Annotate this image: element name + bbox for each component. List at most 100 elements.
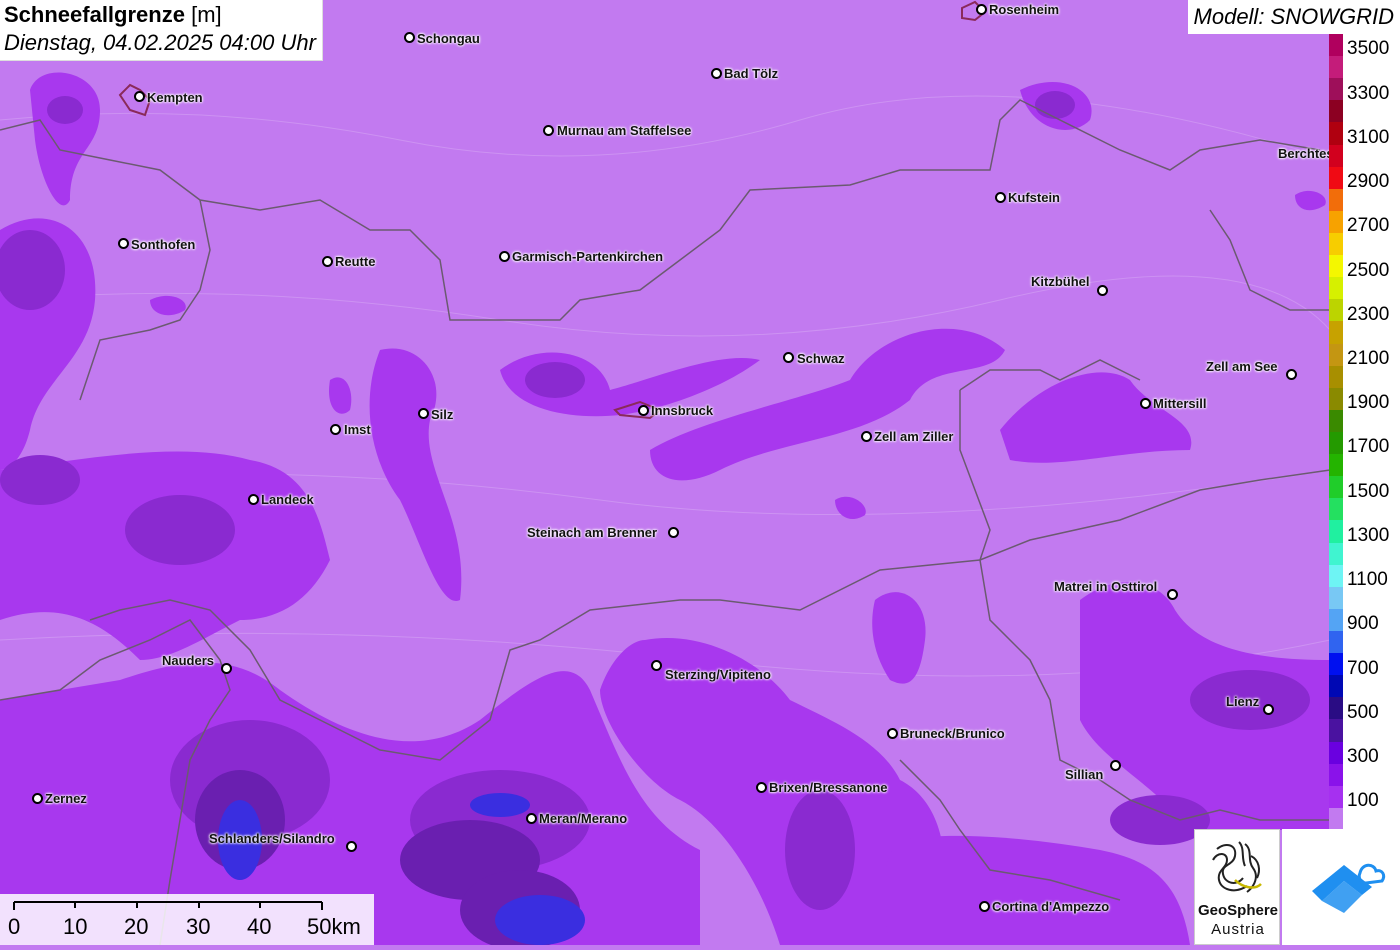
- legend-swatch: [1329, 365, 1343, 389]
- legend-swatch: [1329, 299, 1343, 322]
- legend-swatch: [1329, 785, 1343, 809]
- city-dot-meran[interactable]: [526, 813, 537, 824]
- legend-label: 500: [1347, 701, 1379, 723]
- city-dot-brixen[interactable]: [756, 782, 767, 793]
- scale-label-50km: 50km: [307, 914, 361, 939]
- legend-label: 2900: [1347, 171, 1390, 193]
- city-label-silz: Silz: [431, 407, 454, 422]
- city-label-zell-am-ziller: Zell am Ziller: [874, 429, 954, 444]
- scale-label-30: 30: [186, 914, 211, 939]
- city-label-mittersill: Mittersill: [1153, 396, 1207, 411]
- legend-label: 1500: [1347, 480, 1390, 502]
- legend-label: 1100: [1347, 569, 1388, 591]
- legend-swatch: [1329, 34, 1343, 57]
- city-label-imst: Imst: [344, 422, 371, 437]
- legend-label: 2500: [1347, 259, 1390, 281]
- city-label-schongau: Schongau: [417, 31, 480, 46]
- legend-label: 2700: [1347, 215, 1390, 237]
- legend-swatch: [1329, 476, 1343, 499]
- city-label-sillian: Sillian: [1065, 767, 1104, 782]
- city-dot-bad-toelz[interactable]: [711, 68, 722, 79]
- city-label-zernez: Zernez: [45, 791, 87, 806]
- city-label-cortina: Cortina d'Ampezzo: [992, 899, 1110, 914]
- legend-swatch: [1329, 763, 1343, 787]
- city-dot-schlanders[interactable]: [346, 841, 357, 852]
- city-label-kufstein: Kufstein: [1008, 190, 1060, 205]
- city-dot-kufstein[interactable]: [995, 192, 1006, 203]
- legend-label: 2300: [1347, 303, 1390, 325]
- city-dot-schwaz[interactable]: [783, 352, 794, 363]
- city-dot-matrei[interactable]: [1167, 589, 1178, 600]
- legend-label: 700: [1347, 657, 1379, 679]
- legend-color-bar: [1329, 34, 1343, 831]
- legend-label: 900: [1347, 613, 1379, 635]
- city-dot-sillian[interactable]: [1110, 760, 1121, 771]
- city-dot-schongau[interactable]: [404, 32, 415, 43]
- geosphere-mark-icon: [1212, 841, 1262, 893]
- legend-swatch: [1329, 697, 1343, 720]
- snowgrid-logo[interactable]: [1282, 829, 1400, 945]
- legend-label: 300: [1347, 746, 1379, 768]
- city-dot-kempten[interactable]: [134, 91, 145, 102]
- city-label-murnau: Murnau am Staffelsee: [557, 123, 692, 138]
- legend-swatch: [1329, 144, 1343, 168]
- city-dot-sterzing[interactable]: [651, 660, 662, 671]
- legend-swatch: [1329, 255, 1343, 278]
- legend-label: 1300: [1347, 524, 1390, 546]
- legend-label: 1900: [1347, 392, 1390, 414]
- legend-label: 2100: [1347, 348, 1390, 370]
- city-label-meran: Meran/Merano: [539, 811, 628, 826]
- city-dot-zell-am-ziller[interactable]: [861, 431, 872, 442]
- geosphere-sub: Austria: [1211, 921, 1265, 938]
- city-label-sonthofen: Sonthofen: [131, 237, 196, 252]
- snowgrid-mark-icon: [1312, 863, 1386, 913]
- city-dot-nauders[interactable]: [221, 663, 232, 674]
- city-dot-mittersill[interactable]: [1140, 398, 1151, 409]
- map-title-box: Schneefallgrenze [m] Dienstag, 04.02.202…: [0, 0, 323, 61]
- legend-swatch: [1329, 210, 1343, 234]
- city-dot-silz[interactable]: [418, 408, 429, 419]
- city-label-schwaz: Schwaz: [797, 351, 845, 366]
- city-dot-garmisch[interactable]: [499, 251, 510, 262]
- city-dot-rosenheim[interactable]: [976, 4, 987, 15]
- city-dot-reutte[interactable]: [322, 256, 333, 267]
- legend-swatch: [1329, 542, 1343, 566]
- legend-swatch: [1329, 498, 1343, 521]
- city-dot-sonthofen[interactable]: [118, 238, 129, 249]
- scale-label-0: 0: [8, 914, 21, 939]
- city-dot-zell-am-see[interactable]: [1286, 369, 1297, 380]
- city-label-kitzbuehel: Kitzbühel: [1031, 274, 1090, 289]
- legend-swatch: [1329, 719, 1343, 743]
- city-dot-steinach[interactable]: [668, 527, 679, 538]
- legend-label: 3300: [1347, 82, 1390, 104]
- legend-swatch: [1329, 675, 1343, 698]
- legend-swatch: [1329, 631, 1343, 654]
- city-dot-kitzbuehel[interactable]: [1097, 285, 1108, 296]
- city-label-zell-am-see: Zell am See: [1206, 359, 1278, 374]
- legend-swatch: [1329, 409, 1343, 433]
- legend-swatch: [1329, 564, 1343, 588]
- map-timestamp: Dienstag, 04.02.2025 04:00 Uhr: [4, 30, 316, 55]
- legend-swatch: [1329, 56, 1343, 79]
- city-dot-lienz[interactable]: [1263, 704, 1274, 715]
- snowfall-limit-map[interactable]: [0, 0, 1400, 945]
- city-dot-innsbruck[interactable]: [638, 405, 649, 416]
- legend-swatch: [1329, 432, 1343, 455]
- city-dot-cortina[interactable]: [979, 901, 990, 912]
- city-label-matrei: Matrei in Osttirol: [1054, 579, 1158, 594]
- city-label-innsbruck: Innsbruck: [651, 403, 714, 418]
- legend-swatch: [1329, 78, 1343, 101]
- scale-bar: 0 10 20 30 40 50km: [0, 894, 374, 945]
- city-dot-landeck[interactable]: [248, 494, 259, 505]
- city-dot-bruneck[interactable]: [887, 728, 898, 739]
- model-label: Modell: SNOWGRID: [1187, 0, 1400, 34]
- legend-swatch: [1329, 100, 1343, 123]
- scale-label-10: 10: [63, 914, 88, 939]
- legend-swatch: [1329, 188, 1343, 212]
- city-dot-murnau[interactable]: [543, 125, 554, 136]
- geosphere-name: GeoSphere: [1197, 902, 1279, 919]
- city-dot-zernez[interactable]: [32, 793, 43, 804]
- geosphere-logo[interactable]: GeoSphere Austria: [1194, 829, 1280, 945]
- city-dot-imst[interactable]: [330, 424, 341, 435]
- legend-swatch: [1329, 233, 1343, 256]
